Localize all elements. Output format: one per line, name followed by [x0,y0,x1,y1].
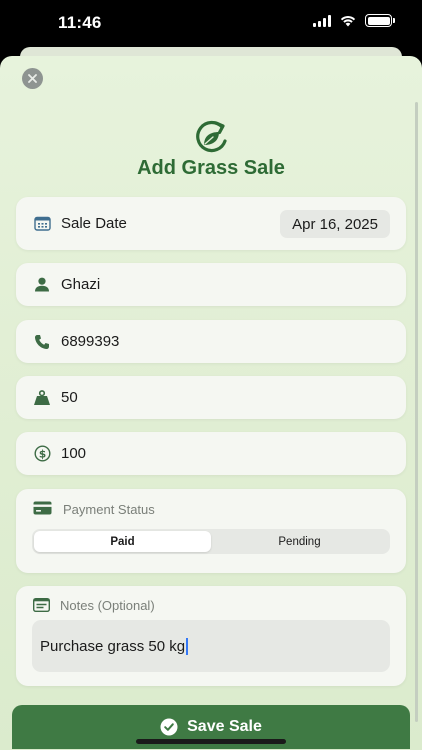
calendar-icon [33,215,51,233]
wifi-icon [340,16,356,27]
notes-card: Notes (Optional) Purchase grass 50 kg [16,586,406,686]
checkmark-circle-icon [160,718,178,736]
quantity-field[interactable]: 50 [16,376,406,419]
status-time: 11:46 [58,13,102,32]
phone-icon [33,333,51,351]
phone-value: 6899393 [61,333,120,350]
leaf-refresh-icon [196,120,227,153]
person-icon [33,276,51,294]
status-bar: 11:46 [0,0,422,48]
save-sale-label: Save Sale [187,718,262,735]
payment-status-segmented-control: Paid Pending [32,529,390,554]
close-button[interactable] [22,68,43,89]
add-grass-sale-sheet: Add Grass Sale Sale Date Apr 16, 2025 Gh… [0,56,422,750]
sale-date-row: Sale Date Apr 16, 2025 [16,197,406,250]
payment-option-pending[interactable]: Pending [211,531,388,552]
payment-status-card: Payment Status Paid Pending [16,489,406,573]
close-icon [28,74,37,83]
sale-date-picker[interactable]: Apr 16, 2025 [280,210,390,238]
home-indicator [136,739,286,744]
cellular-signal-icon [313,14,331,27]
sale-date-label: Sale Date [61,215,127,232]
credit-card-icon [33,501,52,520]
svg-text:$: $ [38,448,45,460]
scrollbar[interactable] [415,102,418,722]
dollar-circle-icon: $ [33,445,51,463]
customer-name-value: Ghazi [61,276,101,293]
quantity-value: 50 [61,389,78,406]
notes-value: Purchase grass 50 kg [40,637,186,655]
notes-input[interactable]: Purchase grass 50 kg [32,620,390,672]
notes-icon [32,597,51,617]
scale-weight-icon [33,389,51,407]
status-icons [313,14,395,27]
phone-field[interactable]: 6899393 [16,320,406,363]
amount-value: 100 [61,445,87,462]
text-caret [186,637,189,655]
page-title: Add Grass Sale [137,157,285,179]
battery-icon [365,14,395,27]
notes-label: Notes (Optional) [60,598,155,613]
payment-option-paid[interactable]: Paid [34,531,211,552]
payment-status-label: Payment Status [63,502,155,517]
customer-name-field[interactable]: Ghazi [16,263,406,306]
amount-field[interactable]: $ 100 [16,432,406,475]
